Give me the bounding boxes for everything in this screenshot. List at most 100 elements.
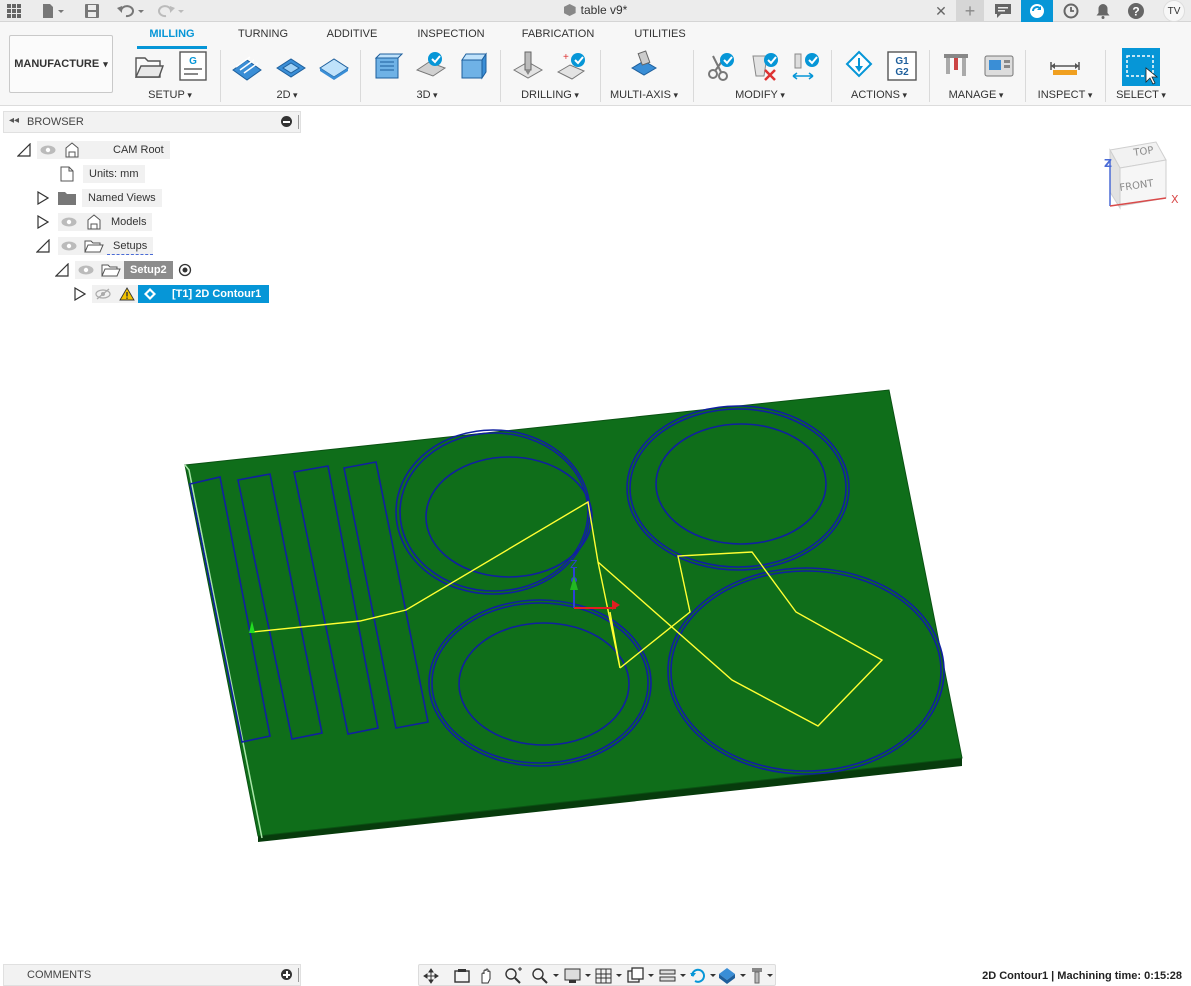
expanded-triangle-icon[interactable] bbox=[17, 143, 31, 157]
job-status-icon[interactable] bbox=[988, 0, 1018, 22]
scissors-icon[interactable] bbox=[705, 50, 737, 82]
visibility-eye-icon[interactable] bbox=[78, 265, 94, 275]
divider bbox=[220, 50, 221, 102]
tree-label-models[interactable]: Models bbox=[105, 213, 153, 231]
notification-bell-icon[interactable] bbox=[1088, 0, 1118, 22]
tab-fabrication[interactable]: FABRICATION bbox=[516, 28, 600, 44]
display-settings-icon[interactable] bbox=[564, 967, 594, 985]
collapsed-triangle-icon[interactable] bbox=[37, 191, 49, 205]
orbit-move-icon[interactable] bbox=[423, 968, 443, 984]
selected-operation[interactable]: [T1] 2D Contour1 bbox=[138, 285, 270, 303]
pan-hand-icon[interactable] bbox=[477, 967, 495, 985]
rotate-view-icon[interactable] bbox=[689, 967, 719, 985]
hidden-eye-icon[interactable] bbox=[95, 288, 111, 300]
group-setup[interactable]: SETUP bbox=[140, 89, 200, 101]
viewports-icon[interactable] bbox=[627, 967, 657, 985]
nc-program-icon[interactable]: G bbox=[177, 50, 209, 82]
3d-steep-shallow-icon[interactable] bbox=[458, 50, 490, 82]
expanded-triangle-icon[interactable] bbox=[55, 263, 69, 277]
panel-grip[interactable] bbox=[298, 968, 299, 982]
expanded-triangle-icon[interactable] bbox=[36, 239, 50, 253]
new-tab-icon[interactable]: + bbox=[956, 0, 984, 22]
group-manage[interactable]: MANAGE bbox=[940, 89, 1012, 101]
active-setup-radio-icon[interactable] bbox=[178, 263, 192, 277]
group-modify[interactable]: MODIFY bbox=[728, 89, 792, 101]
group-3d[interactable]: 3D bbox=[402, 89, 452, 101]
setups-folder-icon bbox=[84, 240, 104, 253]
collapsed-triangle-icon[interactable] bbox=[37, 215, 49, 229]
group-drilling[interactable]: DRILLING bbox=[512, 89, 588, 101]
post-process-icon[interactable]: G1G2 bbox=[886, 50, 918, 82]
zoom-icon[interactable] bbox=[504, 967, 524, 985]
tree-label-setup2[interactable]: Setup2 bbox=[124, 261, 173, 279]
collapse-panel-icon[interactable]: ◂◂ bbox=[9, 115, 19, 126]
visibility-eye-icon[interactable] bbox=[61, 241, 77, 251]
move-toolpath-icon[interactable] bbox=[789, 50, 821, 82]
tool-display-icon[interactable] bbox=[749, 967, 775, 985]
tree-row-setup2[interactable]: Setup2 bbox=[55, 261, 192, 279]
divider bbox=[929, 50, 930, 102]
setup-folder-icon[interactable] bbox=[133, 50, 165, 82]
tree-row-cam-root[interactable]: CAM Root bbox=[17, 141, 170, 159]
tree-label-2d-contour[interactable]: [T1] 2D Contour1 bbox=[172, 288, 261, 300]
group-select[interactable]: SELECT bbox=[1110, 89, 1172, 101]
warning-icon bbox=[119, 287, 135, 301]
help-icon[interactable]: ? bbox=[1121, 0, 1151, 22]
hole-recognition-icon[interactable]: + bbox=[556, 50, 588, 82]
tree-row-setups[interactable]: Setups bbox=[36, 237, 154, 255]
tab-utilities[interactable]: UTILITIES bbox=[628, 28, 692, 44]
group-inspect[interactable]: INSPECT bbox=[1032, 89, 1098, 101]
capture-position-icon[interactable] bbox=[453, 968, 471, 984]
2d-pocket-icon[interactable] bbox=[275, 50, 307, 82]
collapsed-triangle-icon[interactable] bbox=[74, 287, 86, 301]
tree-label-cam-root[interactable]: CAM Root bbox=[107, 141, 170, 159]
tab-additive[interactable]: ADDITIVE bbox=[320, 28, 384, 44]
visibility-eye-icon[interactable] bbox=[61, 217, 77, 227]
multi-axis-icon[interactable] bbox=[628, 50, 660, 82]
svg-text:?: ? bbox=[1132, 5, 1139, 19]
group-multi-axis[interactable]: MULTI-AXIS bbox=[606, 89, 682, 101]
add-comment-icon[interactable] bbox=[281, 969, 292, 980]
grid-snap-icon[interactable] bbox=[595, 967, 625, 985]
viewcube-z-label: Z bbox=[1104, 157, 1112, 170]
machine-library-icon[interactable] bbox=[983, 50, 1015, 82]
history-icon[interactable] bbox=[1056, 0, 1086, 22]
tool-library-icon[interactable] bbox=[940, 50, 972, 82]
tree-row-2d-contour[interactable]: [T1] 2D Contour1 bbox=[74, 285, 270, 303]
minimize-panel-icon[interactable] bbox=[281, 116, 292, 127]
close-tab-icon[interactable]: ✕ bbox=[932, 0, 950, 22]
drill-icon[interactable] bbox=[512, 50, 544, 82]
tree-label-units[interactable]: Units: mm bbox=[83, 165, 145, 183]
tree-label-named-views[interactable]: Named Views bbox=[82, 189, 162, 207]
simulate-icon[interactable] bbox=[843, 50, 875, 82]
comments-panel[interactable]: COMMENTS bbox=[3, 964, 301, 986]
comments-title: COMMENTS bbox=[27, 969, 92, 981]
measure-icon[interactable] bbox=[1049, 50, 1081, 82]
2d-face-icon[interactable] bbox=[318, 50, 350, 82]
tree-label-setups[interactable]: Setups bbox=[107, 237, 154, 255]
tree-row-models[interactable]: Models bbox=[37, 213, 153, 231]
section-view-icon[interactable] bbox=[659, 967, 689, 985]
tab-turning[interactable]: TURNING bbox=[232, 28, 294, 44]
user-avatar[interactable]: TV bbox=[1161, 0, 1187, 22]
3d-adaptive-icon[interactable] bbox=[372, 50, 404, 82]
select-window-icon[interactable] bbox=[1122, 48, 1160, 86]
tab-milling[interactable]: MILLING bbox=[137, 28, 207, 44]
fit-zoom-icon[interactable] bbox=[531, 967, 561, 985]
3d-pocket-icon[interactable] bbox=[415, 50, 447, 82]
visibility-eye-icon[interactable] bbox=[40, 145, 56, 155]
tree-row-units[interactable]: Units: mm bbox=[60, 165, 145, 183]
tab-inspection[interactable]: INSPECTION bbox=[412, 28, 490, 44]
delete-toolpath-icon[interactable] bbox=[749, 50, 781, 82]
workspace-switcher-button[interactable]: MANUFACTURE ▾ bbox=[9, 35, 113, 93]
panel-grip[interactable] bbox=[298, 115, 299, 129]
group-2d[interactable]: 2D bbox=[262, 89, 312, 101]
tree-row-named-views[interactable]: Named Views bbox=[37, 189, 162, 207]
viewcube[interactable]: TOP FRONT Z X bbox=[1098, 128, 1186, 218]
triad-z-label: Z bbox=[570, 558, 578, 571]
visual-style-icon[interactable] bbox=[719, 967, 749, 985]
2d-adaptive-icon[interactable] bbox=[231, 50, 263, 82]
sync-icon[interactable] bbox=[1021, 0, 1053, 22]
graphics-viewport[interactable]: Z bbox=[0, 310, 1191, 960]
group-actions[interactable]: ACTIONS bbox=[840, 89, 918, 101]
